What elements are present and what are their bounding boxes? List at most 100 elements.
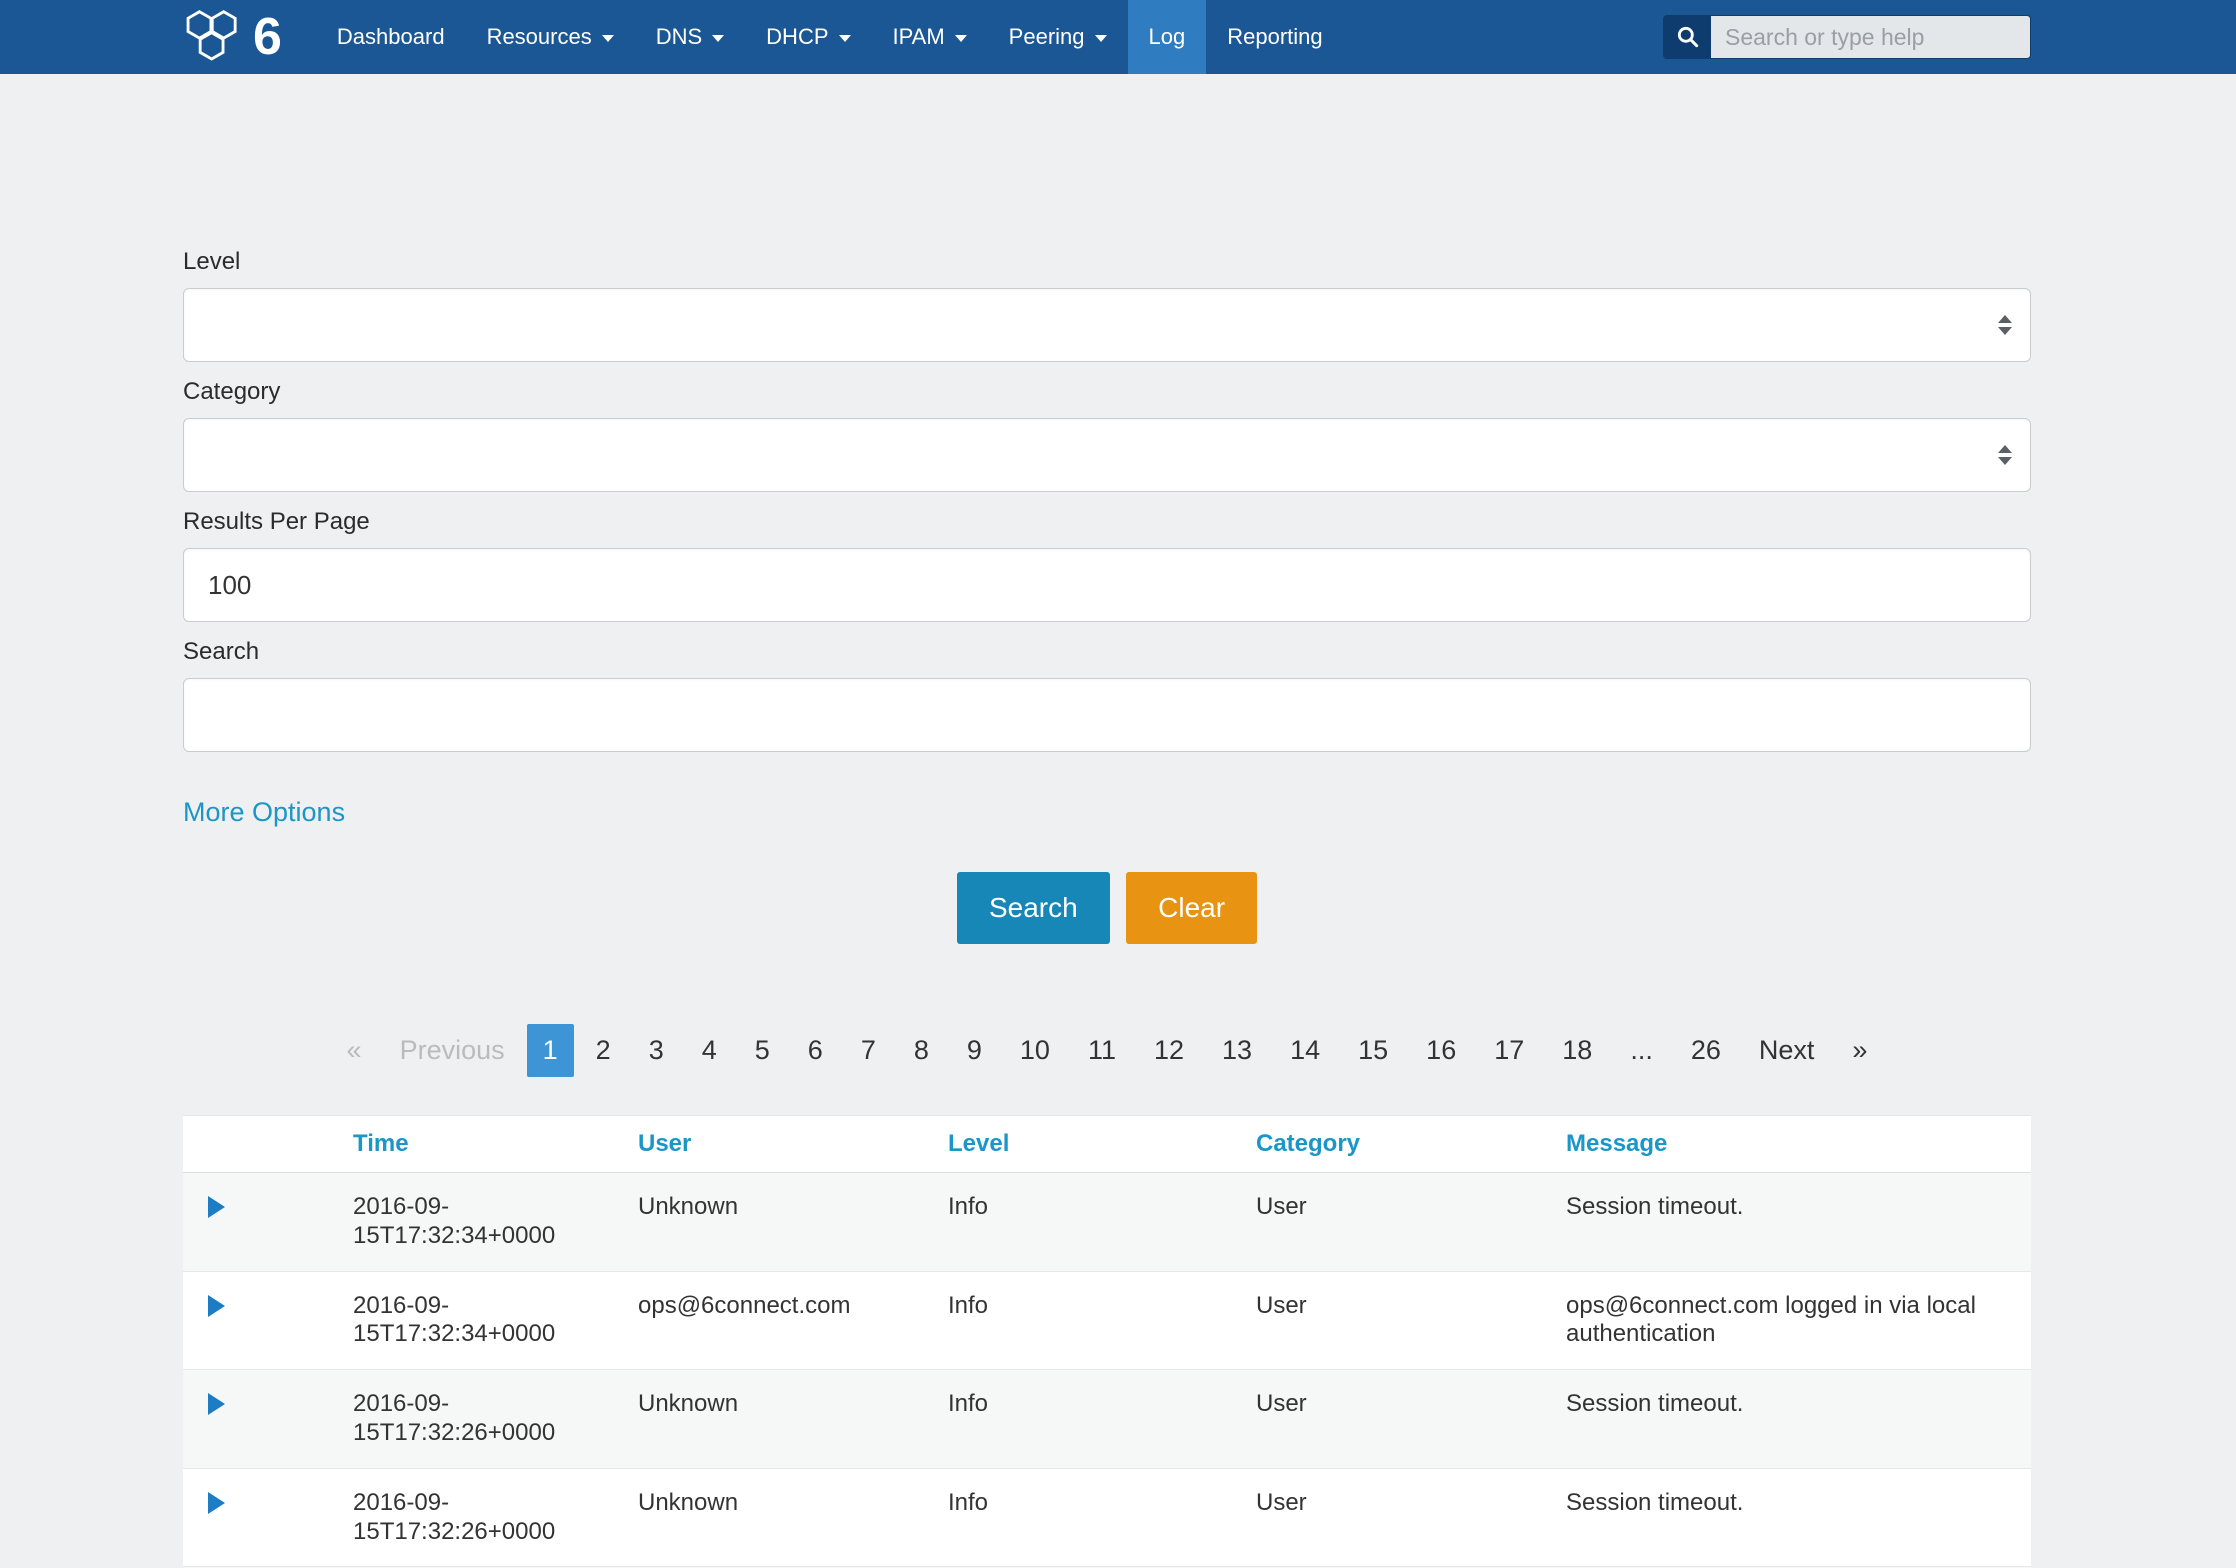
- page-15[interactable]: 15: [1342, 1024, 1404, 1077]
- table-row: 2016-09-15T17:32:26+0000 Unknown Info Us…: [183, 1370, 2031, 1469]
- nav-item-reporting[interactable]: Reporting: [1206, 0, 1343, 74]
- expand-row-icon[interactable]: [208, 1295, 225, 1317]
- global-search: [1663, 15, 2031, 59]
- page-7[interactable]: 7: [845, 1024, 892, 1077]
- page-6[interactable]: 6: [792, 1024, 839, 1077]
- chevron-down-icon: [1095, 35, 1107, 42]
- page-4[interactable]: 4: [686, 1024, 733, 1077]
- cell-category: User: [1256, 1271, 1566, 1370]
- expand-row-icon[interactable]: [208, 1393, 225, 1415]
- nav-label: IPAM: [893, 24, 945, 50]
- prev-button: Previous: [384, 1024, 521, 1077]
- page-9[interactable]: 9: [951, 1024, 998, 1077]
- col-header-level[interactable]: Level: [948, 1116, 1256, 1173]
- expand-row-icon[interactable]: [208, 1492, 225, 1514]
- expand-row-icon[interactable]: [208, 1196, 225, 1218]
- cell-level: Info: [948, 1173, 1256, 1272]
- nav-item-peering[interactable]: Peering: [988, 0, 1128, 74]
- hexagons-icon: [183, 9, 249, 65]
- nav-item-dhcp[interactable]: DHCP: [745, 0, 871, 74]
- chevron-down-icon: [955, 35, 967, 42]
- cell-category: User: [1256, 1468, 1566, 1567]
- nav-label: Peering: [1009, 24, 1085, 50]
- page-3[interactable]: 3: [633, 1024, 680, 1077]
- col-header-category[interactable]: Category: [1256, 1116, 1566, 1173]
- next-arrow[interactable]: »: [1836, 1024, 1883, 1077]
- search-icon[interactable]: [1664, 16, 1711, 58]
- page-5[interactable]: 5: [739, 1024, 786, 1077]
- cell-user: ops@6connect.com: [638, 1271, 948, 1370]
- cell-time: 2016-09-15T17:32:26+0000: [353, 1468, 638, 1567]
- results-per-page-field: Results Per Page: [183, 508, 2031, 622]
- clear-button[interactable]: Clear: [1126, 872, 1257, 944]
- cell-message: Session timeout.: [1566, 1173, 2031, 1272]
- next-button[interactable]: Next: [1743, 1024, 1831, 1077]
- category-select-value: [184, 419, 2030, 439]
- select-spinner-icon: [1998, 445, 2012, 465]
- category-field: Category: [183, 378, 2031, 492]
- page-13[interactable]: 13: [1206, 1024, 1268, 1077]
- pagination: « Previous 1 2 3 4 5 6 7 8 9 10 11 12 13…: [183, 1024, 2031, 1077]
- page-14[interactable]: 14: [1274, 1024, 1336, 1077]
- col-header-message[interactable]: Message: [1566, 1116, 2031, 1173]
- level-select-value: [184, 289, 2030, 309]
- logo-text: 6: [253, 11, 282, 63]
- search-button[interactable]: Search: [957, 872, 1110, 944]
- page-10[interactable]: 10: [1004, 1024, 1066, 1077]
- table-header-row: Time User Level Category Message: [183, 1116, 2031, 1173]
- cell-level: Info: [948, 1271, 1256, 1370]
- main-menu: Dashboard Resources DNS DHCP IPAM Peerin…: [316, 0, 1344, 74]
- top-navbar: 6 Dashboard Resources DNS DHCP IPAM Peer…: [0, 0, 2236, 74]
- search-label: Search: [183, 638, 2031, 666]
- page-1[interactable]: 1: [527, 1024, 574, 1077]
- page-26[interactable]: 26: [1675, 1024, 1737, 1077]
- level-field: Level: [183, 248, 2031, 362]
- page-11[interactable]: 11: [1072, 1024, 1132, 1077]
- table-row: 2016-09-15T17:32:26+0000 Unknown Info Us…: [183, 1468, 2031, 1567]
- filter-actions: Search Clear: [183, 872, 2031, 944]
- category-select[interactable]: [183, 418, 2031, 492]
- page-2[interactable]: 2: [580, 1024, 627, 1077]
- cell-message: Session timeout.: [1566, 1370, 2031, 1469]
- col-header-time[interactable]: Time: [353, 1116, 638, 1173]
- cell-category: User: [1256, 1173, 1566, 1272]
- cell-user: Unknown: [638, 1370, 948, 1469]
- cell-user: Unknown: [638, 1173, 948, 1272]
- nav-label: Log: [1149, 24, 1186, 50]
- select-spinner-icon: [1998, 315, 2012, 335]
- cell-user: Unknown: [638, 1468, 948, 1567]
- page-17[interactable]: 17: [1478, 1024, 1540, 1077]
- nav-item-resources[interactable]: Resources: [466, 0, 635, 74]
- results-per-page-input[interactable]: [183, 548, 2031, 622]
- cell-level: Info: [948, 1468, 1256, 1567]
- level-select[interactable]: [183, 288, 2031, 362]
- page-18[interactable]: 18: [1546, 1024, 1608, 1077]
- log-table: Time User Level Category Message 2016-09…: [183, 1115, 2031, 1568]
- nav-label: DNS: [656, 24, 702, 50]
- page-8[interactable]: 8: [898, 1024, 945, 1077]
- cell-time: 2016-09-15T17:32:26+0000: [353, 1370, 638, 1469]
- chevron-down-icon: [712, 35, 724, 42]
- cell-level: Info: [948, 1370, 1256, 1469]
- cell-message: ops@6connect.com logged in via local aut…: [1566, 1271, 2031, 1370]
- nav-item-dns[interactable]: DNS: [635, 0, 745, 74]
- cell-category: User: [1256, 1370, 1566, 1469]
- nav-item-ipam[interactable]: IPAM: [872, 0, 988, 74]
- 6connect-logo[interactable]: 6: [183, 0, 282, 74]
- results-per-page-label: Results Per Page: [183, 508, 2031, 536]
- more-options-link[interactable]: More Options: [183, 796, 345, 828]
- nav-label: Dashboard: [337, 24, 445, 50]
- nav-item-log[interactable]: Log: [1128, 0, 1207, 74]
- category-label: Category: [183, 378, 2031, 406]
- nav-item-dashboard[interactable]: Dashboard: [316, 0, 466, 74]
- prev-arrow: «: [331, 1024, 378, 1077]
- global-search-input[interactable]: [1711, 16, 2031, 58]
- col-header-expand: [183, 1116, 353, 1173]
- page-16[interactable]: 16: [1410, 1024, 1472, 1077]
- page-12[interactable]: 12: [1138, 1024, 1200, 1077]
- chevron-down-icon: [602, 35, 614, 42]
- level-label: Level: [183, 248, 2031, 276]
- col-header-user[interactable]: User: [638, 1116, 948, 1173]
- search-filter-input[interactable]: [183, 678, 2031, 752]
- page-ellipsis: ...: [1614, 1024, 1669, 1077]
